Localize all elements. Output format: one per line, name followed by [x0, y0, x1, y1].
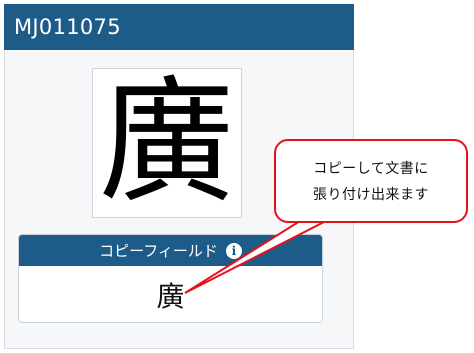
card-title: MJ011075	[4, 4, 354, 50]
info-icon[interactable]: i	[225, 242, 242, 259]
copy-field-label: コピーフィールド	[99, 242, 218, 260]
callout-text-line1: コピーして文書に	[313, 161, 429, 177]
copy-field-header: コピーフィールド i	[19, 235, 322, 266]
callout-bubble: コピーして文書に 張り付け出来ます	[274, 139, 468, 223]
copy-field-value[interactable]: 廣	[19, 275, 322, 315]
callout-text-line2: 張り付け出来ます	[313, 187, 429, 203]
glyph-character: 廣	[99, 68, 235, 218]
glyph-image: 廣	[92, 68, 242, 218]
page: MJ011075 廣 コピーフィールド i 廣 コピーして文書に 張り付け出来ま…	[0, 0, 474, 353]
copy-field: コピーフィールド i 廣	[18, 234, 323, 323]
